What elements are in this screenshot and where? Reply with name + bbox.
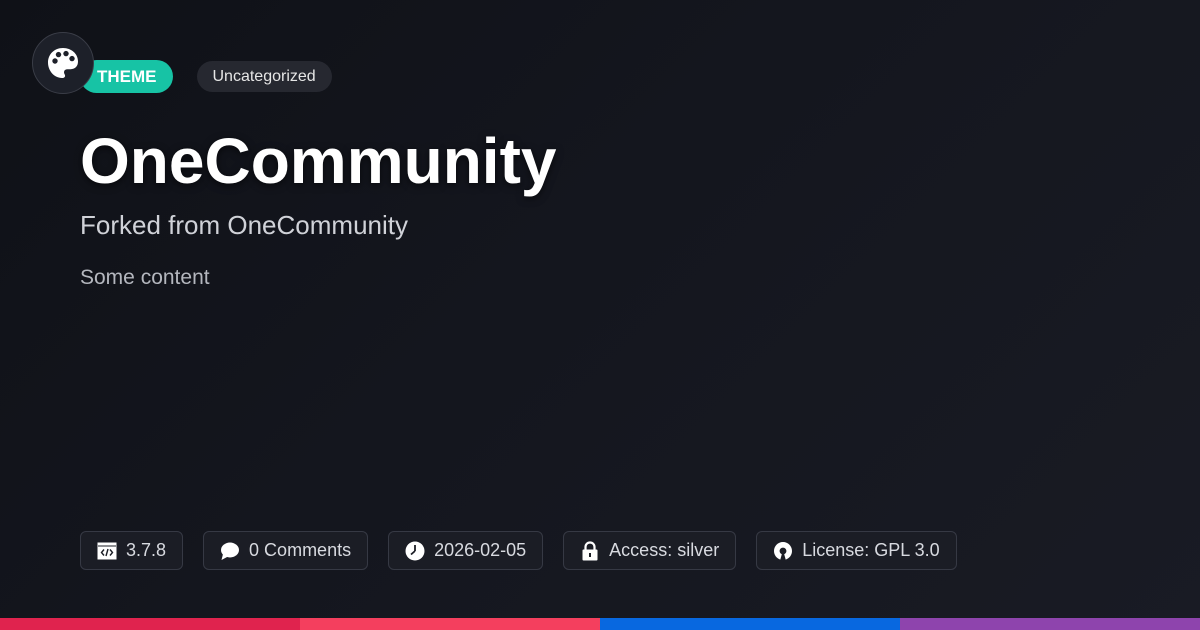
- page-title: OneCommunity: [80, 125, 557, 197]
- color-bar-segment-3: [600, 618, 900, 630]
- comments-text: 0 Comments: [249, 540, 352, 560]
- color-bar: [0, 618, 1200, 630]
- logo: [32, 32, 94, 94]
- clock-icon: [405, 541, 425, 561]
- license-text: License: GPL 3.0: [802, 540, 940, 560]
- color-bar-segment-2: [300, 618, 600, 630]
- access-text: Access: silver: [609, 540, 720, 560]
- lock-icon: [580, 540, 600, 561]
- page-subtitle: Forked from OneCommunity: [80, 210, 408, 240]
- version-pill: 3.7.8: [80, 531, 184, 570]
- date-text: 2026-02-05: [434, 540, 527, 560]
- date-pill: 2026-02-05: [388, 531, 544, 570]
- open-source-icon: [773, 541, 793, 561]
- page-content: Some content: [80, 266, 210, 289]
- tag-row: THEME Uncategorized: [80, 60, 332, 93]
- version-text: 3.7.8: [126, 540, 167, 560]
- meta-row: 3.7.8 0 Comments 2026-02-05 Access: silv…: [80, 531, 977, 570]
- category-badge[interactable]: Uncategorized: [196, 61, 332, 92]
- access-pill: Access: silver: [563, 531, 737, 570]
- license-pill: License: GPL 3.0: [756, 531, 957, 570]
- palette-icon: [46, 46, 80, 80]
- color-bar-segment-4: [900, 618, 1200, 630]
- comments-pill[interactable]: 0 Comments: [203, 531, 369, 570]
- color-bar-segment-1: [0, 618, 300, 630]
- comment-icon: [220, 541, 240, 561]
- code-icon: [97, 541, 117, 561]
